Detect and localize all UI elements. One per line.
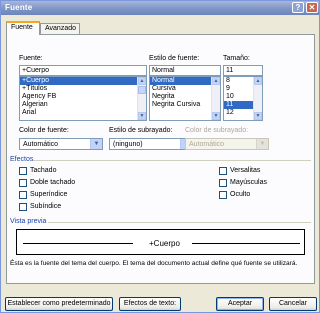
versalitas-label: Versalitas	[230, 167, 261, 174]
mayusculas-label: Mayúsculas	[230, 179, 267, 186]
dialog-title: Fuente	[5, 3, 33, 12]
preview-rule-right	[192, 243, 300, 244]
underline-color-select: Automático ▼	[185, 138, 269, 150]
font-tab-panel: Fuente: +Cuerpo +Cuerpo +Títulos Agency FB…	[6, 34, 315, 284]
close-button[interactable]: ✕	[306, 2, 318, 13]
preview-sample-text: +Cuerpo	[149, 239, 180, 248]
text-effects-button[interactable]: Efectos de texto:	[119, 297, 181, 311]
tab-avanzado[interactable]: Avanzado	[40, 23, 80, 34]
scroll-up-icon[interactable]: ▲	[138, 77, 146, 85]
font-input[interactable]: +Cuerpo	[19, 65, 147, 76]
tab-bar: Fuente Avanzado	[6, 21, 316, 35]
effects-divider	[33, 160, 311, 161]
font-label: Fuente:	[19, 55, 43, 62]
style-list-items: Normal Cursiva Negrita Negrita Cursiva	[150, 77, 220, 109]
scroll-up-icon[interactable]: ▲	[254, 77, 262, 85]
underline-color-value: Automático	[189, 141, 225, 148]
doble-tachado-checkbox[interactable]	[19, 179, 27, 187]
tachado-checkbox[interactable]	[19, 167, 27, 175]
title-bar[interactable]: Fuente ? ✕	[1, 1, 319, 15]
underline-color-label: Color de subrayado:	[185, 127, 249, 134]
style-list-item[interactable]: Cursiva	[150, 85, 220, 93]
style-list-scrollbar[interactable]: ▲ ▼	[211, 77, 220, 120]
superindice-label: Superíndice	[30, 191, 68, 198]
style-list-item[interactable]: Negrita Cursiva	[150, 101, 220, 109]
font-list-items: +Cuerpo +Títulos Agency FB Algerian Arial	[20, 77, 146, 117]
doble-tachado-label: Doble tachado	[30, 179, 76, 186]
preview-group-title: Vista previa	[10, 218, 47, 225]
font-color-value: Automático	[23, 141, 59, 148]
underline-style-label: Estilo de subrayado:	[109, 127, 173, 134]
font-color-label: Color de fuente:	[19, 127, 69, 134]
font-list-item[interactable]: Algerian	[20, 101, 146, 109]
superindice-checkbox[interactable]	[19, 191, 27, 199]
scroll-up-icon[interactable]: ▲	[212, 77, 220, 85]
size-list-scrollbar[interactable]: ▲ ▼	[253, 77, 262, 120]
versalitas-checkbox[interactable]	[219, 167, 227, 175]
style-label: Estilo de fuente:	[149, 55, 200, 62]
font-list-item[interactable]: Arial	[20, 109, 146, 117]
preview-divider	[48, 222, 311, 223]
font-list-item[interactable]: +Títulos	[20, 85, 146, 93]
oculto-label: Oculto	[230, 191, 251, 198]
subindice-label: Subíndice	[30, 203, 62, 210]
effects-group-title: Efectos	[10, 156, 34, 163]
ok-button[interactable]: Aceptar	[216, 297, 264, 311]
size-input[interactable]: 11	[223, 65, 263, 76]
chevron-down-icon: ▼	[256, 139, 268, 149]
style-input[interactable]: Normal	[149, 65, 221, 76]
oculto-checkbox[interactable]	[219, 191, 227, 199]
size-label: Tamaño:	[223, 55, 250, 62]
mayusculas-checkbox[interactable]	[219, 179, 227, 187]
size-list[interactable]: 8 9 10 11 12 ▲ ▼	[223, 76, 263, 121]
style-list-item[interactable]: Negrita	[150, 93, 220, 101]
scroll-down-icon[interactable]: ▼	[212, 112, 220, 120]
font-color-select[interactable]: Automático ▼	[19, 138, 103, 150]
preview-rule-left	[23, 243, 133, 244]
tab-fuente[interactable]: Fuente	[6, 21, 40, 35]
cancel-button[interactable]: Cancelar	[269, 297, 317, 311]
underline-style-value: (ninguno)	[113, 141, 143, 148]
scroll-down-icon[interactable]: ▼	[254, 112, 262, 120]
font-list[interactable]: +Cuerpo +Títulos Agency FB Algerian Arial ▲ …	[19, 76, 147, 121]
scroll-down-icon[interactable]: ▼	[138, 112, 146, 120]
font-list-scrollbar[interactable]: ▲ ▼	[137, 77, 146, 120]
preview-box: +Cuerpo	[16, 229, 305, 255]
help-button[interactable]: ?	[292, 2, 304, 13]
style-list-item[interactable]: Normal	[150, 77, 220, 85]
font-dialog: Fuente ? ✕ Fuente Avanzado Fuente: +Cuer…	[0, 0, 320, 313]
preview-description: Ésta es la fuente del tema del cuerpo. E…	[10, 260, 298, 267]
subindice-checkbox[interactable]	[19, 203, 27, 211]
chevron-down-icon[interactable]: ▼	[90, 139, 102, 149]
font-list-item[interactable]: Agency FB	[20, 93, 146, 101]
scroll-thumb[interactable]	[138, 86, 146, 94]
tachado-label: Tachado	[30, 167, 57, 174]
font-list-item[interactable]: +Cuerpo	[20, 77, 146, 85]
underline-style-select[interactable]: (ninguno) ▼	[109, 138, 193, 150]
set-default-button[interactable]: Establecer como predeterminado	[5, 297, 113, 311]
style-list[interactable]: Normal Cursiva Negrita Negrita Cursiva ▲ ▼	[149, 76, 221, 121]
